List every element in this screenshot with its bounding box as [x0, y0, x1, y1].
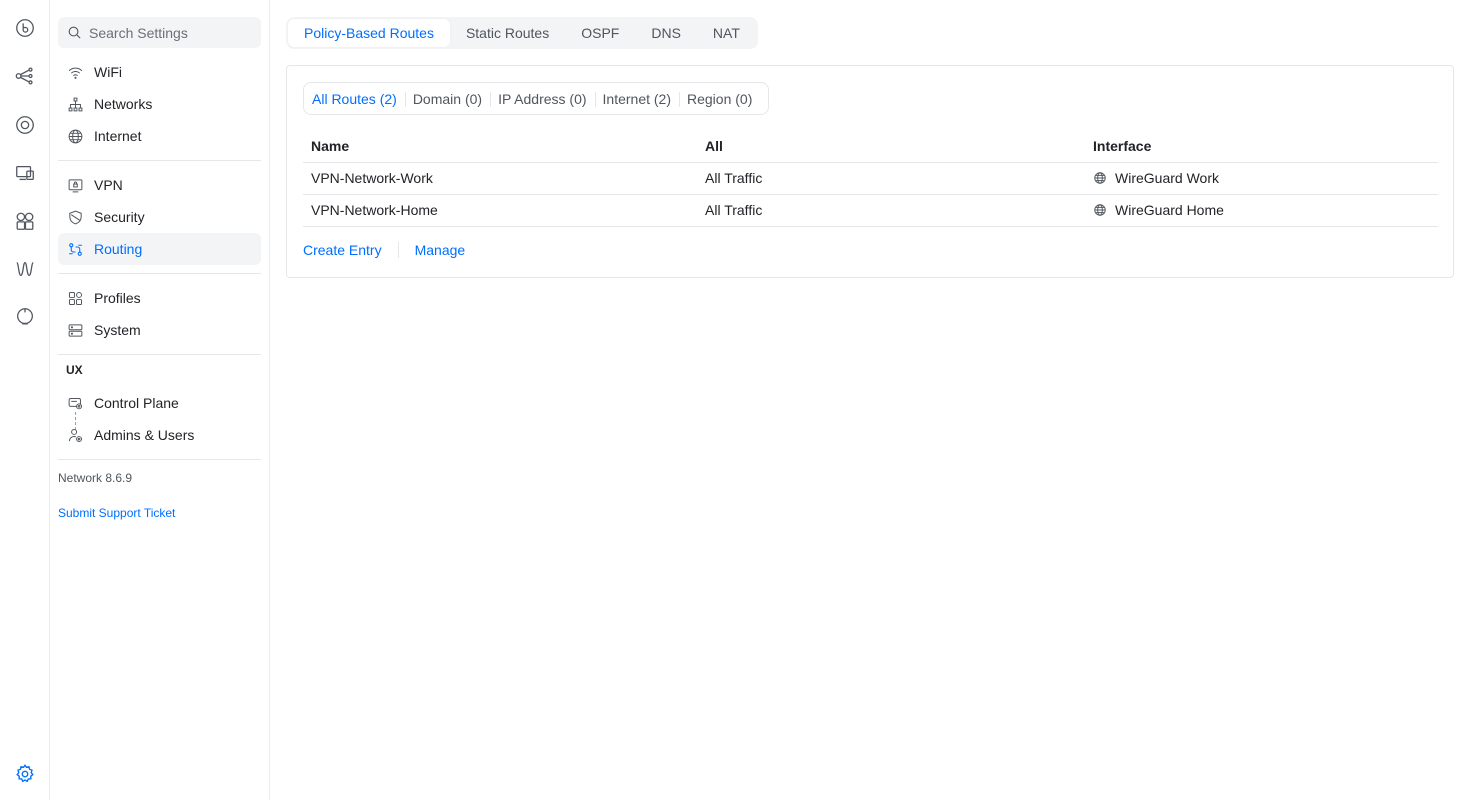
networks-icon — [68, 97, 83, 111]
tab-nat[interactable]: NAT — [697, 19, 756, 47]
sidebar-item-admins-users[interactable]: Admins & Users — [58, 419, 261, 451]
table-row[interactable]: VPN-Network-Work All Traffic WireGuard W… — [303, 162, 1438, 195]
routing-icon — [69, 242, 82, 256]
filter-all-routes[interactable]: All Routes (2) — [304, 83, 405, 114]
policy-routes-card: All Routes (2) Domain (0) IP Address (0)… — [286, 65, 1454, 278]
column-header-name[interactable]: Name — [303, 130, 697, 163]
settings-sidebar: WiFi Networks Internet VPN Security Rout… — [50, 0, 270, 800]
routing-tabs: Policy-Based Routes Static Routes OSPF D… — [286, 17, 758, 49]
vpn-icon — [68, 178, 83, 192]
app-nav-rail — [0, 0, 50, 800]
profiles-icon — [68, 291, 83, 305]
globe-icon — [68, 129, 83, 143]
sidebar-item-security[interactable]: Security — [58, 201, 261, 233]
column-header-interface[interactable]: Interface — [1085, 130, 1438, 163]
table-row[interactable]: VPN-Network-Home All Traffic WireGuard H… — [303, 194, 1438, 227]
statistics-icon[interactable] — [12, 208, 38, 234]
devices-icon[interactable] — [12, 112, 38, 138]
sidebar-item-profiles[interactable]: Profiles — [58, 282, 261, 314]
control-plane-icon — [68, 397, 83, 409]
search-bar[interactable] — [58, 17, 261, 48]
sidebar-item-label: Security — [94, 209, 145, 225]
sidebar-item-label: Profiles — [94, 290, 141, 306]
route-interface-cell: WireGuard Work — [1085, 162, 1438, 195]
version-text: Network 8.6.9 — [58, 471, 133, 485]
search-input[interactable] — [89, 24, 259, 41]
sidebar-item-label: System — [94, 322, 141, 338]
sidebar-item-networks[interactable]: Networks — [58, 88, 261, 120]
sidebar-divider — [58, 459, 261, 460]
route-traffic-cell: All Traffic — [697, 194, 1085, 227]
routes-table: Name All Interface VPN-Network-Work All … — [303, 130, 1438, 227]
sidebar-item-label: Networks — [94, 96, 153, 112]
route-traffic-cell: All Traffic — [697, 162, 1085, 195]
sidebar-divider — [58, 273, 261, 274]
filter-region[interactable]: Region (0) — [679, 83, 760, 114]
create-entry-link[interactable]: Create Entry — [303, 242, 382, 258]
route-filter-bar: All Routes (2) Domain (0) IP Address (0)… — [303, 82, 770, 115]
action-divider — [397, 242, 399, 258]
sidebar-item-vpn[interactable]: VPN — [58, 169, 261, 201]
column-header-all[interactable]: All — [697, 130, 1085, 163]
sidebar-item-label: WiFi — [94, 64, 122, 80]
insights-icon[interactable] — [12, 304, 38, 330]
topology-icon[interactable] — [12, 63, 38, 89]
wifi-icon — [68, 67, 83, 79]
globe-icon — [1094, 172, 1106, 184]
route-interface-cell: WireGuard Home — [1085, 194, 1438, 227]
tab-static-routes[interactable]: Static Routes — [450, 19, 565, 47]
route-name-cell: VPN-Network-Work — [303, 162, 697, 195]
sidebar-divider — [58, 160, 261, 161]
filter-ip-address[interactable]: IP Address (0) — [490, 83, 594, 114]
interface-label: WireGuard Work — [1115, 170, 1219, 186]
radio-wave-icon[interactable] — [12, 256, 38, 282]
sidebar-item-wifi[interactable]: WiFi — [58, 56, 261, 88]
submit-support-ticket-link[interactable]: Submit Support Ticket — [58, 506, 175, 520]
route-name-cell: VPN-Network-Home — [303, 194, 697, 227]
table-actions: Create Entry Manage — [303, 242, 465, 258]
manage-link[interactable]: Manage — [415, 242, 466, 258]
settings-gear-icon[interactable] — [12, 761, 38, 787]
tab-dns[interactable]: DNS — [635, 19, 697, 47]
sidebar-item-system[interactable]: System — [58, 314, 261, 346]
sidebar-divider — [58, 354, 261, 355]
sidebar-item-control-plane[interactable]: Control Plane — [58, 387, 261, 419]
dashboard-icon[interactable] — [12, 15, 38, 41]
sidebar-item-label: Routing — [94, 241, 143, 257]
filter-internet[interactable]: Internet (2) — [594, 83, 679, 114]
sidebar-item-label: Internet — [94, 128, 142, 144]
section-label-ux: UX — [66, 363, 83, 377]
tab-policy-based-routes[interactable]: Policy-Based Routes — [288, 19, 450, 47]
globe-icon — [1094, 204, 1106, 216]
interface-label: WireGuard Home — [1115, 202, 1224, 218]
sidebar-item-label: VPN — [94, 177, 123, 193]
tab-ospf[interactable]: OSPF — [565, 19, 635, 47]
clients-icon[interactable] — [12, 160, 38, 186]
sidebar-item-label: Control Plane — [94, 395, 179, 411]
sidebar-item-internet[interactable]: Internet — [58, 120, 261, 152]
admins-icon — [68, 428, 83, 442]
table-header-row: Name All Interface — [303, 130, 1438, 163]
sidebar-item-label: Admins & Users — [94, 427, 195, 443]
system-icon — [68, 323, 83, 337]
shield-icon — [69, 210, 82, 224]
sidebar-item-routing[interactable]: Routing — [58, 233, 261, 265]
filter-domain[interactable]: Domain (0) — [404, 83, 490, 114]
search-icon — [68, 26, 81, 39]
